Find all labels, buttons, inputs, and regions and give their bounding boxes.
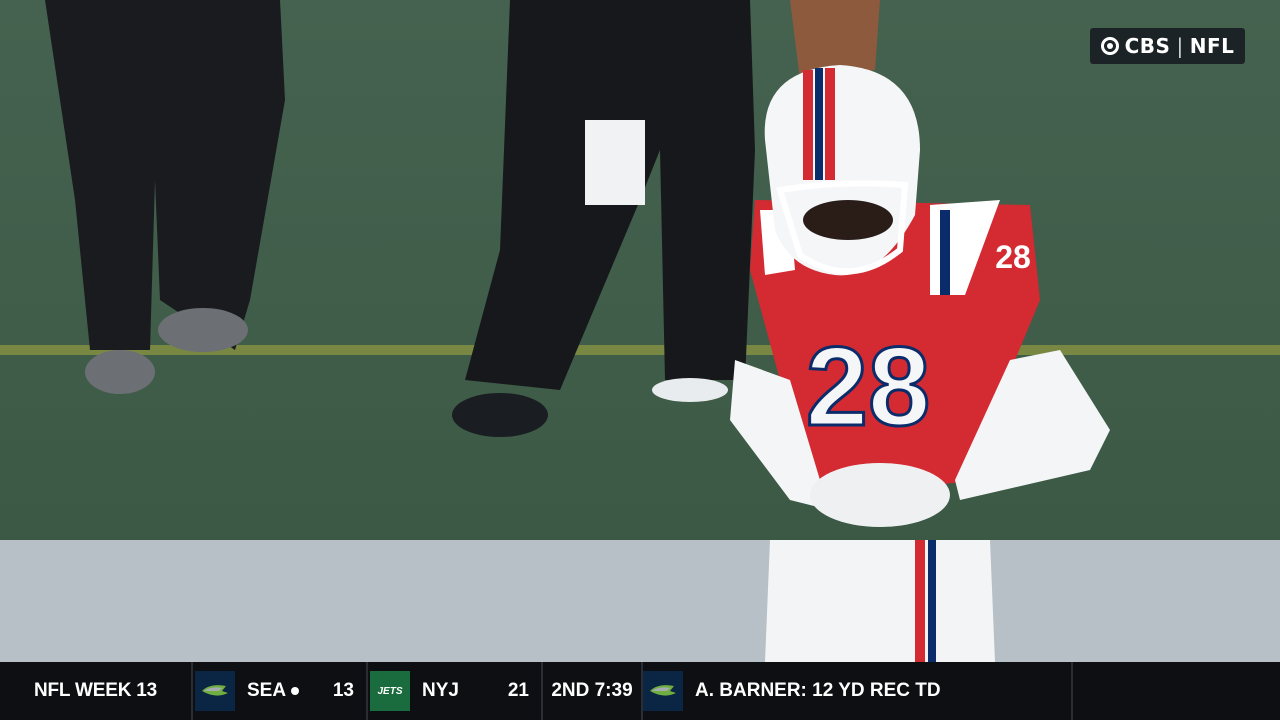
home-team-abbr: NYJ [422, 680, 459, 701]
home-team-score: 21 [507, 680, 529, 701]
network-bug: CBS | NFL [1090, 28, 1245, 64]
away-team-score: 13 [332, 680, 354, 701]
seahawks-logo-icon [195, 671, 235, 711]
jersey-number: 28 [806, 324, 931, 449]
away-team-abbr: SEA [247, 680, 287, 701]
last-play: A. BARNER: 12 YD REC TD [643, 662, 1073, 720]
game-clock: 2ND 7:39 [543, 662, 643, 720]
week-label: NFL WEEK 13 [0, 662, 193, 720]
sideline-paint [0, 540, 1280, 662]
sleeve-number: 28 [995, 239, 1031, 275]
broadcast-frame: 28 28 CBS | NFL NFL WEEK 13 SEA 13 JETS … [0, 0, 1280, 720]
away-team: SEA 13 [193, 662, 368, 720]
score-ticker: NFL WEEK 13 SEA 13 JETS NYJ 21 2ND 7:39 … [0, 662, 1280, 720]
last-play-text: A. BARNER: 12 YD REC TD [695, 680, 941, 701]
home-team: JETS NYJ 21 [368, 662, 543, 720]
network-name: CBS [1124, 34, 1171, 58]
jets-logo-icon: JETS [370, 671, 410, 711]
bug-separator: | [1176, 34, 1184, 58]
possession-indicator [291, 686, 300, 695]
field-scene: 28 28 [0, 0, 1280, 662]
ticker-filler [1073, 662, 1280, 720]
seahawks-logo-icon [643, 671, 683, 711]
cbs-eye-icon [1100, 37, 1119, 55]
league-name: NFL [1189, 34, 1235, 58]
